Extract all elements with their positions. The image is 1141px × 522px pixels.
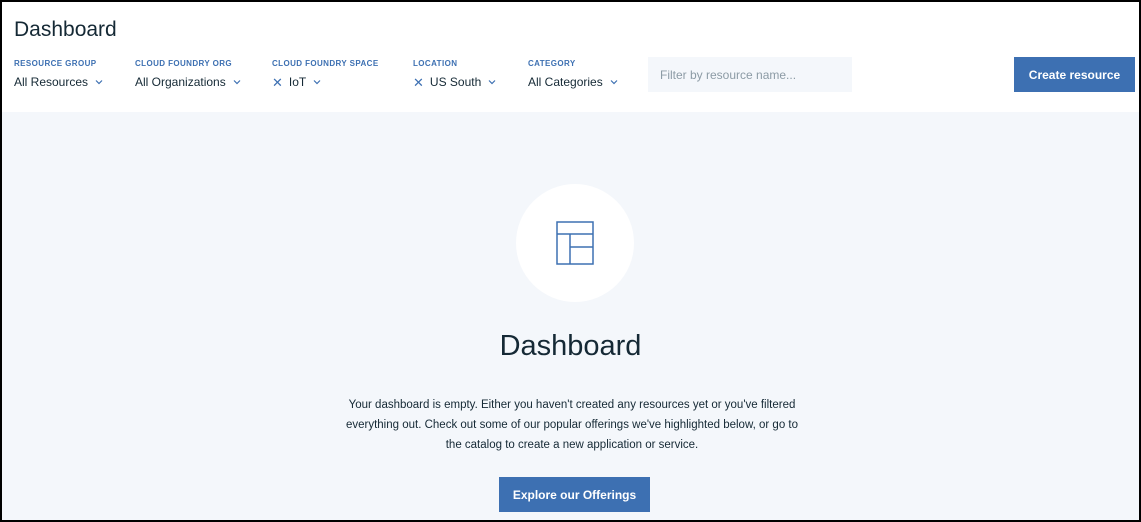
filter-label: CATEGORY (528, 59, 576, 68)
page-title: Dashboard (14, 18, 117, 41)
close-icon[interactable]: ✕ (272, 76, 283, 89)
filter-resource-group: RESOURCE GROUP All Resources (14, 59, 104, 89)
category-dropdown[interactable]: All Categories (528, 75, 619, 89)
empty-state-title: Dashboard (499, 330, 642, 362)
close-icon[interactable]: ✕ (413, 76, 424, 89)
filter-value: IoT (288, 75, 307, 89)
empty-state-illustration (516, 184, 634, 302)
filter-value: All Resources (14, 75, 89, 89)
resource-search-input[interactable] (648, 57, 852, 92)
dashboard-page: Dashboard RESOURCE GROUP All Resources C… (0, 0, 1141, 522)
empty-state-description: Your dashboard is empty. Either you have… (345, 399, 799, 451)
chevron-down-icon (313, 80, 321, 85)
location-dropdown[interactable]: ✕ US South (413, 75, 497, 89)
chevron-down-icon (233, 80, 241, 85)
filter-value: US South (429, 75, 482, 89)
filter-value: All Categories (528, 75, 603, 89)
filter-value: All Organizations (135, 75, 226, 89)
filter-category: CATEGORY All Categories (528, 59, 619, 89)
filter-label: RESOURCE GROUP (14, 59, 97, 68)
explore-offerings-button[interactable]: Explore our Offerings (499, 477, 650, 512)
filter-cloud-foundry-space: CLOUD FOUNDRY SPACE ✕ IoT (272, 59, 379, 89)
filter-label: LOCATION (413, 59, 458, 68)
chevron-down-icon (488, 80, 496, 85)
resource-group-dropdown[interactable]: All Resources (14, 75, 104, 89)
chevron-down-icon (95, 80, 103, 85)
filter-label: CLOUD FOUNDRY SPACE (272, 59, 379, 68)
create-resource-button[interactable]: Create resource (1014, 57, 1135, 92)
filter-cloud-foundry-org: CLOUD FOUNDRY ORG All Organizations (135, 59, 242, 89)
filter-location: LOCATION ✕ US South (413, 59, 497, 89)
page-header: Dashboard RESOURCE GROUP All Resources C… (2, 2, 1139, 112)
chevron-down-icon (610, 80, 618, 85)
filter-label: CLOUD FOUNDRY ORG (135, 59, 233, 68)
dashboard-layout-icon (556, 221, 594, 265)
cloud-foundry-org-dropdown[interactable]: All Organizations (135, 75, 242, 89)
cloud-foundry-space-dropdown[interactable]: ✕ IoT (272, 75, 379, 89)
